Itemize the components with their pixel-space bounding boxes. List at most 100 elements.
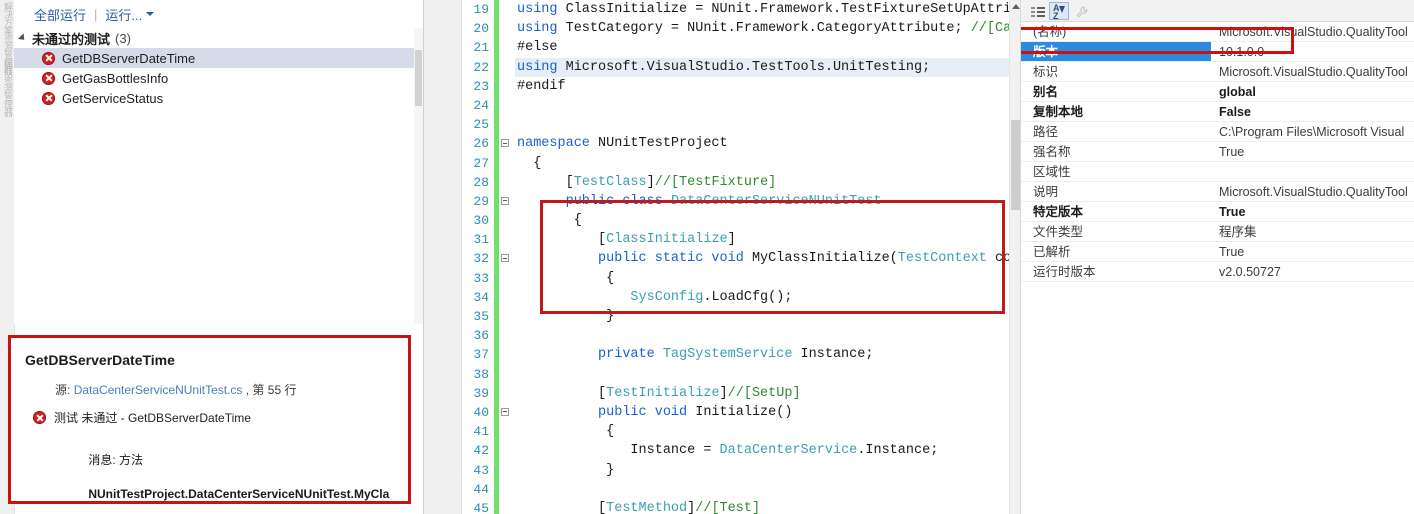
test-list-item[interactable]: GetGasBottlesInfo	[14, 68, 423, 88]
property-value[interactable]: True	[1211, 242, 1414, 261]
code-line[interactable]: 39 [TestInitialize]//[SetUp]	[462, 383, 1020, 403]
code-line[interactable]: 43 }	[462, 460, 1020, 480]
property-value[interactable]: True	[1211, 142, 1414, 161]
scrollbar-thumb[interactable]	[415, 50, 422, 106]
code-line[interactable]: 23 #endif	[462, 76, 1020, 96]
test-failed-icon	[42, 51, 55, 65]
visual-studio-window: 解决方案资源管理器 团队资源管理器 全部运行 | 运行... 未通过的测试 (3…	[0, 0, 1414, 514]
code-line[interactable]: 40 public void Initialize()	[462, 402, 1020, 423]
code-line[interactable]: 25	[462, 115, 1020, 135]
panel-divider[interactable]	[424, 0, 462, 514]
properties-grid[interactable]: (名称) Microsoft.VisualStudio.QualityTool 版本…	[1021, 22, 1414, 282]
outline-collapse-icon[interactable]	[499, 403, 515, 422]
line-number: 26	[473, 136, 489, 152]
property-row[interactable]: 标识 Microsoft.VisualStudio.QualityTool	[1021, 62, 1414, 82]
property-value[interactable]: False	[1211, 102, 1414, 121]
property-value[interactable]: True	[1211, 202, 1414, 221]
source-file-link[interactable]: DataCenterServiceNUnitTest.cs	[74, 383, 243, 397]
categorized-sort-icon[interactable]	[1027, 2, 1047, 20]
code-line[interactable]: 31 [ClassInitialize]	[462, 230, 1020, 250]
code-line[interactable]: 35 }	[462, 307, 1020, 327]
code-line[interactable]: 33 {	[462, 268, 1020, 288]
test-failed-icon	[33, 411, 46, 424]
property-row[interactable]: 强名称 True	[1021, 142, 1414, 162]
test-detail-source: 源: DataCenterServiceNUnitTest.cs , 第 55 …	[55, 381, 396, 398]
code-line[interactable]: 19 using ClassInitialize = NUnit.Framewor…	[462, 0, 1020, 20]
code-line[interactable]: 26 namespace NUnitTestProject	[462, 134, 1020, 154]
property-name: 文件类型	[1033, 225, 1084, 239]
test-list-tree[interactable]: 未通过的测试 (3) GetDBServerDateTime GetGasBot…	[14, 28, 423, 324]
property-row[interactable]: 别名 global	[1021, 82, 1414, 102]
outline-collapse-icon[interactable]	[499, 249, 515, 268]
property-value[interactable]: global	[1211, 82, 1414, 101]
scrollbar-thumb[interactable]	[1011, 120, 1020, 210]
property-value[interactable]: Microsoft.VisualStudio.QualityTool	[1211, 22, 1414, 41]
property-value[interactable]: C:\Program Files\Microsoft Visual	[1211, 122, 1414, 141]
code-line[interactable]: 22 using Microsoft.VisualStudio.TestTools…	[462, 57, 1020, 77]
property-row[interactable]: 复制本地 False	[1021, 102, 1414, 122]
test-detail-message: 消息: 方法 NUnitTestProject.DataCenterServic…	[55, 435, 396, 501]
code-line[interactable]: 21 #else	[462, 38, 1020, 58]
code-line[interactable]: 42 Instance = DataCenterService.Instance…	[462, 441, 1020, 461]
line-number: 45	[473, 500, 489, 514]
property-row[interactable]: (名称) Microsoft.VisualStudio.QualityTool	[1021, 22, 1414, 42]
property-row[interactable]: 区域性	[1021, 162, 1414, 182]
property-value[interactable]: Microsoft.VisualStudio.QualityTool	[1211, 182, 1414, 201]
code-editor[interactable]: 19 using ClassInitialize = NUnit.Framewor…	[462, 0, 1020, 514]
property-row[interactable]: 已解析 True	[1021, 242, 1414, 262]
property-value[interactable]: v2.0.50727	[1211, 262, 1414, 281]
run-all-button[interactable]: 全部运行	[34, 5, 86, 24]
chevron-down-icon[interactable]	[146, 12, 155, 16]
property-value[interactable]: Microsoft.VisualStudio.QualityTool	[1211, 62, 1414, 81]
test-list-item[interactable]: GetServiceStatus	[14, 88, 423, 108]
code-line[interactable]: 41 {	[462, 422, 1020, 442]
test-list-item[interactable]: GetDBServerDateTime	[14, 48, 423, 68]
property-row[interactable]: 路径 C:\Program Files\Microsoft Visual	[1021, 122, 1414, 142]
code-line[interactable]: 27 {	[462, 153, 1020, 173]
code-line[interactable]: 36	[462, 326, 1020, 346]
alphabetical-sort-icon[interactable]: AZ	[1049, 1, 1069, 20]
triangle-expanded-icon[interactable]	[17, 33, 28, 43]
code-line[interactable]: 20 using TestCategory = NUnit.Framework.C…	[462, 19, 1020, 39]
property-row[interactable]: 运行时版本 v2.0.50727	[1021, 262, 1414, 282]
glyph-margin	[499, 384, 515, 403]
test-list-scrollbar[interactable]	[414, 28, 423, 324]
property-row[interactable]: 版本 10.1.0.0	[1021, 42, 1414, 62]
code-line[interactable]: 45 [TestMethod]//[Test]	[462, 498, 1020, 514]
code-text: }	[517, 462, 615, 478]
code-line[interactable]: 38	[462, 364, 1020, 384]
property-name: 别名	[1033, 85, 1059, 99]
code-line[interactable]: 29 public class DataCenterServiceNUnitTe…	[462, 191, 1020, 212]
editor-vertical-scrollbar[interactable]	[1009, 0, 1020, 514]
code-line[interactable]: 34 SysConfig.LoadCfg();	[462, 287, 1020, 307]
properties-toolbar: AZ	[1021, 0, 1414, 22]
property-value[interactable]	[1211, 162, 1414, 181]
dock-tab-team-explorer[interactable]: 团队资源管理器	[1, 60, 13, 116]
line-number: 24	[473, 97, 489, 113]
line-number: 37	[473, 347, 489, 363]
code-line[interactable]: 28 [TestClass]//[TestFixture]	[462, 172, 1020, 192]
test-detail-title: GetDBServerDateTime	[25, 352, 175, 368]
property-value[interactable]: 程序集	[1211, 222, 1414, 241]
run-dropdown-button[interactable]: 运行...	[105, 5, 142, 24]
code-line[interactable]: 32 public static void MyClassInitialize(…	[462, 249, 1020, 269]
property-row[interactable]: 说明 Microsoft.VisualStudio.QualityTool	[1021, 182, 1414, 202]
line-number: 36	[473, 328, 489, 344]
property-row[interactable]: 文件类型 程序集	[1021, 222, 1414, 242]
scroll-up-arrow-icon[interactable]	[1012, 4, 1020, 9]
outline-collapse-icon[interactable]	[499, 192, 515, 211]
glyph-margin	[499, 38, 515, 57]
code-line[interactable]: 37 private TagSystemService Instance;	[462, 345, 1020, 365]
line-number: 27	[473, 155, 489, 171]
code-line[interactable]: 24	[462, 95, 1020, 116]
code-text: Instance = DataCenterService.Instance;	[517, 443, 939, 459]
property-value[interactable]: 10.1.0.0	[1211, 42, 1414, 61]
glyph-margin	[499, 441, 515, 460]
code-line[interactable]: 44	[462, 479, 1020, 499]
property-row[interactable]: 特定版本 True	[1021, 202, 1414, 222]
test-group-failed[interactable]: 未通过的测试 (3)	[14, 28, 423, 48]
outline-collapse-icon[interactable]	[499, 134, 515, 153]
code-line[interactable]: 30 {	[462, 211, 1020, 231]
